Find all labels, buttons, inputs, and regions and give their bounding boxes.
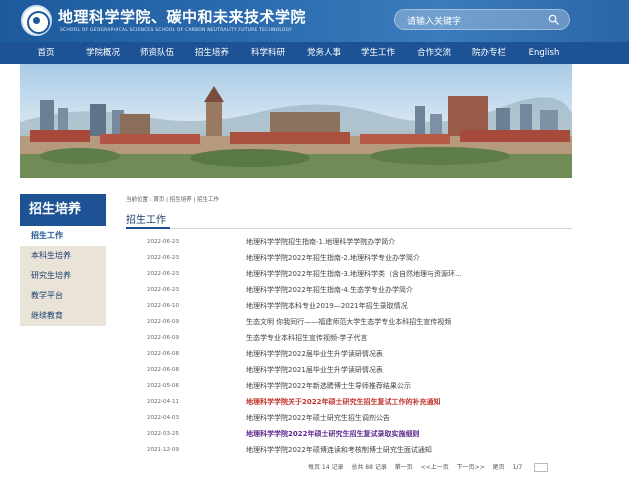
news-item[interactable]: 2022-03-25 地理科学学院2022年硕士研究生招生复试录取实施细则: [126, 428, 572, 444]
search-placeholder: 请输入关键字: [407, 17, 462, 27]
news-item[interactable]: 2022-06-08 地理科学学院2021届毕业生升学读研情况表: [126, 364, 572, 380]
news-date: 2021-12-09: [147, 447, 179, 453]
news-item[interactable]: 2022-05-06 地理科学学院2022年新选聘博士生导师推荐结果公示: [126, 380, 572, 396]
nav-item-office[interactable]: 院办专栏: [472, 42, 506, 64]
news-title-link[interactable]: 地理科学学院关于2022年硕士研究生招生复试工作的补充通知: [246, 397, 466, 407]
pagination-total: 总共 88 记录: [351, 464, 387, 471]
news-item[interactable]: 2021-12-09 地理科学学院2022年硕博连读和考核制博士研究生面试通知: [126, 444, 572, 460]
sidebar-title: 招生培养: [20, 194, 106, 226]
sidebar-item-graduate[interactable]: 研究生培养: [20, 266, 106, 286]
news-item[interactable]: 2022-06-09 生态文明 你我同行——福建师范大学生态学专业本科招生宣传视…: [126, 316, 572, 332]
news-item[interactable]: 2022-06-23 地理科学学院2022年招生指南-4.生态学专业办学简介: [126, 284, 572, 300]
news-item[interactable]: 2022-04-11 地理科学学院关于2022年硕士研究生招生复试工作的补充通知: [126, 396, 572, 412]
news-date: 2022-06-23: [147, 239, 179, 245]
site-title-english: SCHOOL OF GEOGRAPHICAL SCIENCES SCHOOL O…: [60, 28, 293, 33]
nav-item-home[interactable]: 首页: [37, 42, 54, 64]
campus-illustration: [20, 86, 572, 178]
campus-banner-image: [20, 64, 572, 178]
news-date: 2022-04-11: [147, 399, 179, 405]
title-divider-accent: [126, 227, 170, 229]
news-title-link[interactable]: 地理科学学院2022届毕业生升学读研情况表: [246, 349, 466, 359]
news-title-link[interactable]: 地理科学学院2022年新选聘博士生导师推荐结果公示: [246, 381, 466, 391]
university-logo-icon[interactable]: [21, 5, 52, 36]
news-date: 2022-04-03: [147, 415, 179, 421]
news-date: 2022-06-09: [147, 319, 179, 325]
search-input[interactable]: 请输入关键字: [394, 9, 570, 30]
news-date: 2022-06-08: [147, 367, 179, 373]
page-number-input[interactable]: [534, 463, 549, 472]
news-date: 2022-06-08: [147, 351, 179, 357]
nav-item-english[interactable]: English: [529, 42, 560, 64]
news-title-link[interactable]: 地理科学学院2022年招生指南-4.生态学专业办学简介: [246, 285, 466, 295]
news-title-link[interactable]: 地理科学学院本科专业2019—2021年招生录取情况: [246, 301, 466, 311]
nav-item-cooperation[interactable]: 合作交流: [417, 42, 451, 64]
news-item[interactable]: 2022-06-23 地理科学学院2022年招生指南-3.地理科学类（含自然地理…: [126, 268, 572, 284]
main-nav: 首页 学院概况 师资队伍 招生培养 科学科研 党务人事 学生工作 合作交流 院办…: [0, 42, 629, 64]
news-title-link[interactable]: 生态文明 你我同行——福建师范大学生态学专业本科招生宣传视频: [246, 317, 466, 327]
news-title-link[interactable]: 地理科学学院2022年硕博连读和考核制博士研究生面试通知: [246, 445, 466, 455]
nav-item-party-hr[interactable]: 党务人事: [307, 42, 341, 64]
site-header: 地理科学学院、碳中和未来技术学院 SCHOOL OF GEOGRAPHICAL …: [0, 0, 629, 42]
news-item[interactable]: 2022-06-23 地理科学学院2022年招生指南-2.地理科学专业办学简介: [126, 252, 572, 268]
news-title-link[interactable]: 生态学专业本科招生宣传视频-学子代言: [246, 333, 466, 343]
nav-item-faculty[interactable]: 师资队伍: [140, 42, 174, 64]
title-divider: [126, 228, 572, 229]
page-title: 招生工作: [126, 215, 166, 226]
pagination-goto-label: 1/7: [512, 464, 523, 471]
news-date: 2022-06-09: [147, 335, 179, 341]
news-item[interactable]: 2022-06-09 生态学专业本科招生宣传视频-学子代言: [126, 332, 572, 348]
news-title-link[interactable]: 地理科学学院招生指南-1.地理科学学院办学简介: [246, 237, 466, 247]
news-title-link[interactable]: 地理科学学院2022年招生指南-2.地理科学专业办学简介: [246, 253, 466, 263]
pagination-last[interactable]: 尾页: [493, 464, 505, 471]
sidebar-item-undergraduate[interactable]: 本科生培养: [20, 246, 106, 266]
news-title-link[interactable]: 地理科学学院2021届毕业生升学读研情况表: [246, 365, 466, 375]
news-title-link[interactable]: 地理科学学院2022年硕士研究生招生复试录取实施细则: [246, 429, 466, 439]
news-title-link[interactable]: 地理科学学院2022年招生指南-3.地理科学类（含自然地理与资源环…: [246, 269, 466, 279]
nav-item-student-affairs[interactable]: 学生工作: [361, 42, 395, 64]
site-title[interactable]: 地理科学学院、碳中和未来技术学院: [58, 6, 306, 27]
nav-item-admissions[interactable]: 招生培养: [195, 42, 229, 64]
news-date: 2022-06-23: [147, 255, 179, 261]
pagination-per-page: 每页 14 记录: [308, 464, 344, 471]
news-item[interactable]: 2022-06-10 地理科学学院本科专业2019—2021年招生录取情况: [126, 300, 572, 316]
news-date: 2022-03-25: [147, 431, 179, 437]
news-date: 2022-05-06: [147, 383, 179, 389]
search-icon[interactable]: [548, 14, 559, 25]
news-item[interactable]: 2022-04-03 地理科学学院2022年硕士研究生招生调剂公告: [126, 412, 572, 428]
breadcrumb[interactable]: 当前位置 : 首页 | 招生培养 | 招生工作: [126, 195, 219, 203]
nav-item-research[interactable]: 科学科研: [251, 42, 285, 64]
news-date: 2022-06-23: [147, 287, 179, 293]
pagination: 每页 14 记录 总共 88 记录 第一页 <<上一页 下一页>> 尾页 1/7: [308, 462, 554, 472]
news-title-link[interactable]: 地理科学学院2022年硕士研究生招生调剂公告: [246, 413, 466, 423]
news-date: 2022-06-10: [147, 303, 179, 309]
news-item[interactable]: 2022-06-23 地理科学学院招生指南-1.地理科学学院办学简介: [126, 236, 572, 252]
sidebar-item-teaching-platform[interactable]: 教学平台: [20, 286, 106, 306]
pagination-first[interactable]: 第一页: [395, 464, 413, 471]
pagination-next[interactable]: 下一页>>: [457, 464, 485, 471]
sidebar-item-continuing-education[interactable]: 继续教育: [20, 306, 106, 326]
news-item[interactable]: 2022-06-08 地理科学学院2022届毕业生升学读研情况表: [126, 348, 572, 364]
news-date: 2022-06-23: [147, 271, 179, 277]
sidebar-item-admissions-work[interactable]: 招生工作: [20, 226, 106, 246]
nav-item-about[interactable]: 学院概况: [86, 42, 120, 64]
pagination-prev[interactable]: <<上一页: [421, 464, 449, 471]
